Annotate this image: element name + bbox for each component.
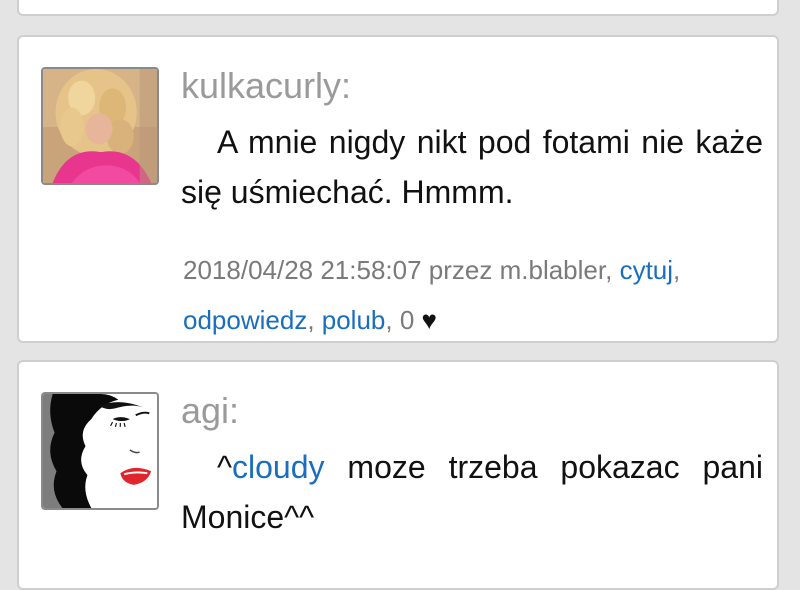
avatar[interactable]	[41, 392, 159, 510]
timestamp: 2018/04/28 21:58:07	[183, 255, 422, 285]
avatar[interactable]	[41, 67, 159, 185]
quote-link[interactable]: cytuj	[620, 255, 673, 285]
username[interactable]: kulkacurly:	[181, 66, 351, 106]
previous-post-card	[17, 0, 779, 16]
via-label: przez m.blabler,	[428, 255, 613, 285]
post-meta: 2018/04/28 21:58:07 przez m.blabler, cyt…	[183, 255, 681, 335]
heart-icon: ♥	[421, 305, 437, 335]
like-count: 0	[399, 305, 415, 335]
post-text: A mnie nigdy nikt pod fotami nie każe si…	[181, 117, 763, 217]
like-link[interactable]: polub	[322, 305, 386, 335]
post-text-body: A mnie nigdy nikt pod fotami nie każe si…	[181, 124, 763, 210]
post-card: kulkacurly: A mnie nigdy nikt pod fotami…	[17, 35, 779, 343]
post-text-prefix: ^	[217, 449, 233, 485]
username[interactable]: agi:	[181, 391, 239, 431]
reply-link[interactable]: odpowiedz	[183, 305, 307, 335]
mention-link[interactable]: cloudy	[232, 449, 325, 485]
post-text: ^cloudy moze trzeba pokazac pani Monice^…	[181, 442, 763, 542]
post-card: agi: ^cloudy moze trzeba pokazac pani Mo…	[17, 360, 779, 590]
